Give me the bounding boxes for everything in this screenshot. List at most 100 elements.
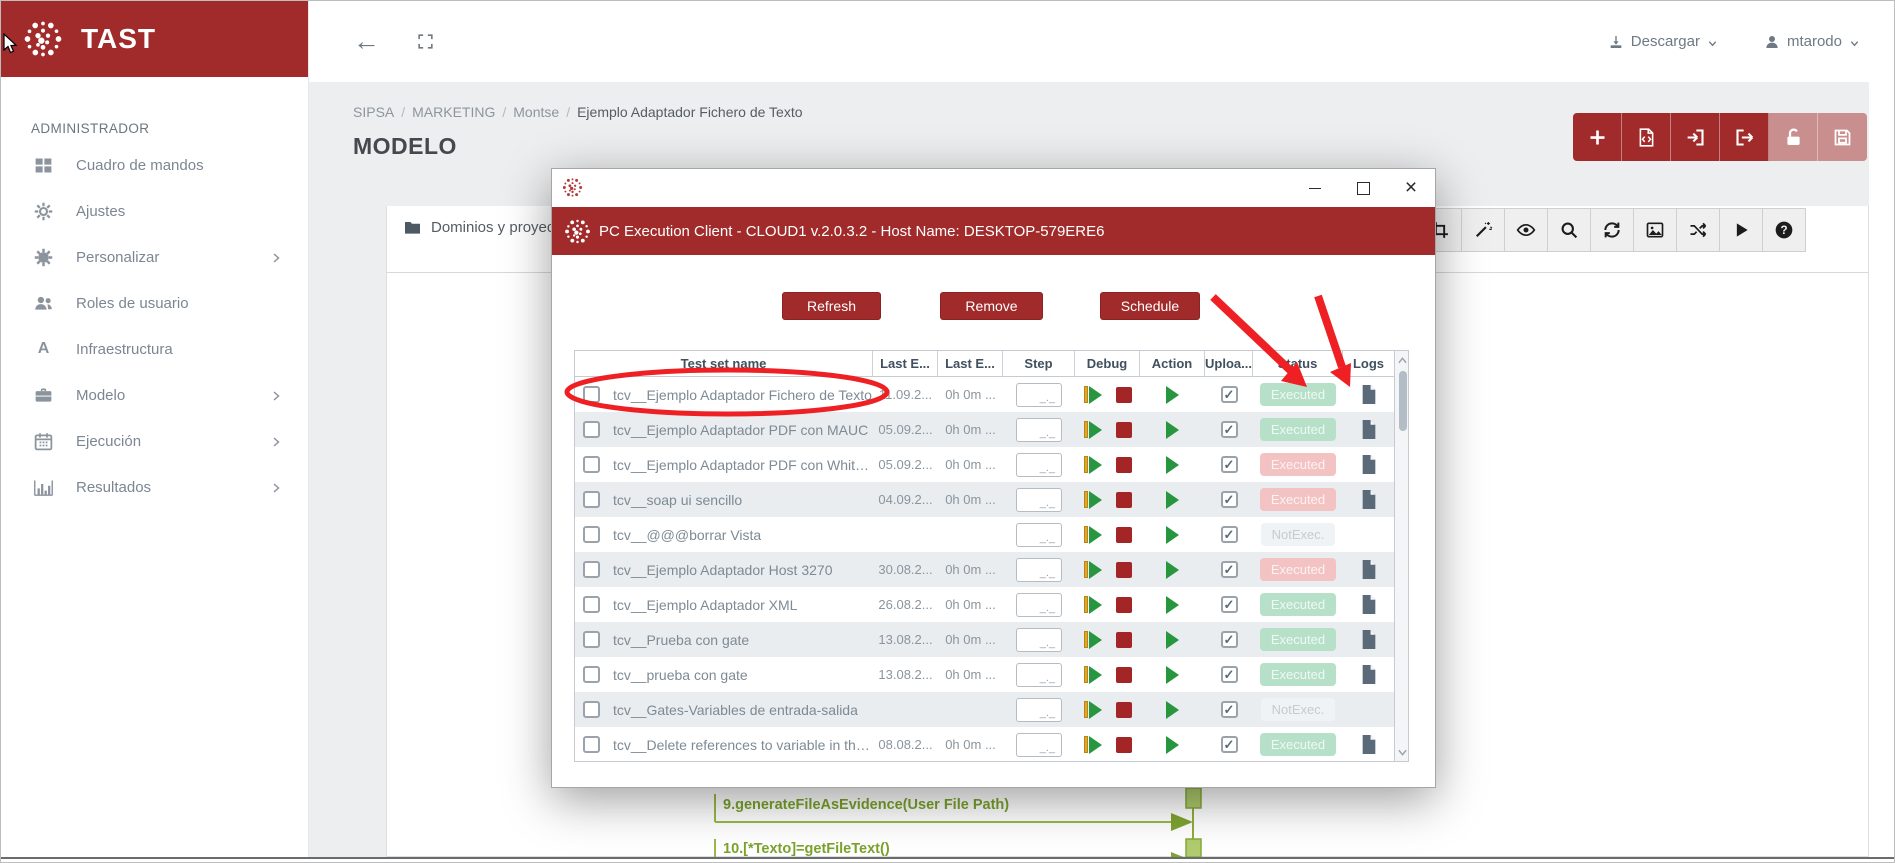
step-input[interactable]: _._	[1016, 487, 1062, 512]
sidebar-item-cuadro-de-mandos[interactable]: Cuadro de mandos	[1, 142, 308, 188]
sidebar-item-resultados[interactable]: Resultados	[1, 464, 308, 510]
back-arrow-icon[interactable]: ←	[353, 28, 380, 55]
upload-checkbox[interactable]: ✓	[1220, 701, 1238, 718]
debug-stop-icon[interactable]	[1115, 456, 1132, 473]
upload-checkbox[interactable]: ✓	[1220, 526, 1238, 543]
debug-stop-icon[interactable]	[1115, 386, 1132, 403]
row-checkbox[interactable]	[583, 631, 600, 648]
logs-file-icon[interactable]	[1361, 455, 1377, 474]
refresh-button[interactable]	[1590, 208, 1634, 252]
column-header[interactable]: Last E...	[938, 351, 1003, 376]
breadcrumb-link[interactable]: MARKETING	[412, 104, 495, 120]
logs-file-icon[interactable]	[1361, 665, 1377, 684]
logs-file-icon[interactable]	[1361, 560, 1377, 579]
row-checkbox[interactable]	[583, 666, 600, 683]
column-header[interactable]: Debug	[1075, 351, 1140, 376]
step-input[interactable]: _._	[1016, 557, 1062, 582]
row-checkbox[interactable]	[583, 561, 600, 578]
debug-step-icon[interactable]	[1083, 385, 1102, 404]
sidebar-item-roles-de-usuario[interactable]: Roles de usuario	[1, 280, 308, 326]
fullscreen-icon[interactable]	[416, 32, 435, 51]
debug-step-icon[interactable]	[1083, 630, 1102, 649]
row-checkbox[interactable]	[583, 456, 600, 473]
upload-checkbox[interactable]: ✓	[1220, 421, 1238, 438]
debug-step-icon[interactable]	[1083, 455, 1102, 474]
image-button[interactable]	[1633, 208, 1677, 252]
run-icon[interactable]	[1166, 560, 1179, 579]
debug-stop-icon[interactable]	[1115, 526, 1132, 543]
debug-step-icon[interactable]	[1083, 420, 1102, 439]
app-logo[interactable]: TAST	[1, 1, 308, 77]
column-header[interactable]: Uploa...	[1205, 351, 1253, 376]
column-header[interactable]: Last E...	[873, 351, 938, 376]
debug-stop-icon[interactable]	[1115, 421, 1132, 438]
upload-checkbox[interactable]: ✓	[1220, 631, 1238, 648]
refresh-button[interactable]: Refresh	[782, 292, 881, 320]
breadcrumb-link[interactable]: Montse	[513, 104, 559, 120]
run-icon[interactable]	[1166, 385, 1179, 404]
play-button[interactable]	[1719, 208, 1763, 252]
search-button[interactable]	[1547, 208, 1591, 252]
sidebar-item-modelo[interactable]: Modelo	[1, 372, 308, 418]
user-menu[interactable]: mtarodo	[1764, 33, 1860, 50]
sidebar-item-ejecucion[interactable]: Ejecución	[1, 418, 308, 464]
logs-file-icon[interactable]	[1361, 630, 1377, 649]
sidebar-item-infraestructura[interactable]: A Infraestructura	[1, 326, 308, 372]
debug-stop-icon[interactable]	[1115, 491, 1132, 508]
row-checkbox[interactable]	[583, 386, 600, 403]
logs-file-icon[interactable]	[1361, 735, 1377, 754]
logs-file-icon[interactable]	[1361, 385, 1377, 404]
upload-checkbox[interactable]: ✓	[1220, 386, 1238, 403]
logs-file-icon[interactable]	[1361, 420, 1377, 439]
logs-file-icon[interactable]	[1361, 595, 1377, 614]
debug-stop-icon[interactable]	[1115, 631, 1132, 648]
debug-step-icon[interactable]	[1083, 525, 1102, 544]
run-icon[interactable]	[1166, 490, 1179, 509]
step-input[interactable]: _._	[1016, 732, 1062, 757]
row-checkbox[interactable]	[583, 491, 600, 508]
column-header[interactable]: Test set name	[575, 351, 873, 376]
run-icon[interactable]	[1166, 420, 1179, 439]
debug-step-icon[interactable]	[1083, 560, 1102, 579]
column-header[interactable]: Logs	[1343, 351, 1394, 376]
step-input[interactable]: _._	[1016, 522, 1062, 547]
step-input[interactable]: _._	[1016, 452, 1062, 477]
scroll-down-icon[interactable]	[1395, 745, 1410, 759]
shuffle-button[interactable]	[1676, 208, 1720, 252]
run-icon[interactable]	[1166, 455, 1179, 474]
close-button[interactable]: ×	[1387, 169, 1435, 207]
step-input[interactable]: _._	[1016, 697, 1062, 722]
run-icon[interactable]	[1166, 630, 1179, 649]
magic-wand-button[interactable]	[1461, 208, 1505, 252]
remove-button[interactable]: Remove	[940, 292, 1043, 320]
run-icon[interactable]	[1166, 665, 1179, 684]
sidebar-item-ajustes[interactable]: Ajustes	[1, 188, 308, 234]
debug-stop-icon[interactable]	[1115, 596, 1132, 613]
help-button[interactable]: ?	[1762, 208, 1806, 252]
step-input[interactable]: _._	[1016, 592, 1062, 617]
sign-in-button[interactable]	[1671, 113, 1720, 161]
eye-button[interactable]	[1504, 208, 1548, 252]
step-input[interactable]: _._	[1016, 662, 1062, 687]
debug-stop-icon[interactable]	[1115, 701, 1132, 718]
run-icon[interactable]	[1166, 700, 1179, 719]
run-icon[interactable]	[1166, 595, 1179, 614]
step-input[interactable]: _._	[1016, 382, 1062, 407]
maximize-button[interactable]	[1339, 169, 1387, 207]
upload-checkbox[interactable]: ✓	[1220, 736, 1238, 753]
download-menu[interactable]: Descargar	[1608, 33, 1718, 50]
column-header[interactable]: Status	[1253, 351, 1343, 376]
row-checkbox[interactable]	[583, 421, 600, 438]
step-input[interactable]: _._	[1016, 417, 1062, 442]
row-checkbox[interactable]	[583, 596, 600, 613]
run-icon[interactable]	[1166, 735, 1179, 754]
window-titlebar[interactable]: ×	[552, 169, 1435, 207]
sidebar-item-personalizar[interactable]: Personalizar	[1, 234, 308, 280]
debug-stop-icon[interactable]	[1115, 561, 1132, 578]
column-header[interactable]: Step	[1003, 351, 1075, 376]
run-icon[interactable]	[1166, 525, 1179, 544]
debug-stop-icon[interactable]	[1115, 666, 1132, 683]
scroll-up-icon[interactable]	[1395, 353, 1410, 367]
file-code-button[interactable]	[1622, 113, 1671, 161]
upload-checkbox[interactable]: ✓	[1220, 666, 1238, 683]
